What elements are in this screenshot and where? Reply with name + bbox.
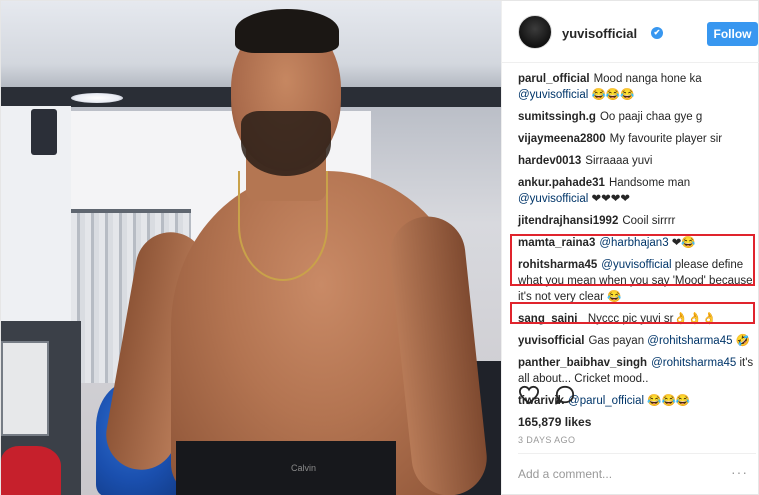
- comment-text: Handsome man: [608, 177, 691, 189]
- photo-speaker: [31, 109, 57, 155]
- comment-text: My favourite player sir: [609, 133, 723, 145]
- comment-mention[interactable]: @parul_official: [568, 395, 644, 407]
- post-username[interactable]: yuvisofficial: [562, 26, 637, 41]
- post-sidebar: yuvisofficial ✔ Follow parul_official Moo…: [501, 1, 759, 495]
- comment-username[interactable]: hardev0013: [518, 155, 581, 167]
- comment-text: ❤❤❤❤: [588, 193, 631, 205]
- comment-mention[interactable]: @yuvisofficial: [518, 193, 588, 205]
- comment-mention[interactable]: @rohitsharma45: [647, 335, 732, 347]
- comment-mention[interactable]: @rohitsharma45: [651, 357, 736, 369]
- photo-drawer: [1, 341, 49, 436]
- post-photo[interactable]: Calvin: [1, 1, 501, 495]
- person-pants: [176, 441, 396, 495]
- comment-username[interactable]: yuvisofficial: [518, 335, 584, 347]
- comment-username[interactable]: ankur.pahade31: [518, 177, 605, 189]
- comment-text: 🤣: [732, 335, 750, 347]
- highlight-box-rohit: [510, 234, 755, 286]
- post-header: yuvisofficial ✔ Follow: [502, 1, 759, 63]
- verified-badge-icon: ✔: [651, 27, 663, 39]
- person-hair: [235, 9, 339, 53]
- comment-item: yuvisofficial Gas payan @rohitsharma45 🤣: [518, 333, 756, 349]
- comment-item: parul_official Mood nanga hone ka @yuviso…: [518, 71, 756, 103]
- photo-lamp: [71, 93, 123, 103]
- comment-text: Sirraaaa yuvi: [585, 155, 653, 167]
- comment-username[interactable]: vijaymeena2800: [518, 133, 606, 145]
- heart-icon[interactable]: [518, 385, 540, 405]
- comment-text: 😂😂😂: [644, 395, 691, 407]
- comment-item: vijaymeena2800 My favourite player sir: [518, 131, 756, 147]
- likes-count[interactable]: 165,879 likes: [518, 415, 591, 429]
- comment-item: panther_baibhav_singh @rohitsharma45 it's…: [518, 355, 756, 387]
- comment-username[interactable]: sumitssingh.g: [518, 111, 596, 123]
- comment-item: jitendrajhansi1992 Cooil sirrrr: [518, 213, 756, 229]
- comment-item: ankur.pahade31 Handsome man @yuvisofficia…: [518, 175, 756, 207]
- comment-username[interactable]: panther_baibhav_singh: [518, 357, 647, 369]
- comment-text: Cooil sirrrr: [622, 215, 676, 227]
- comment-item: sumitssingh.g Oo paaji chaa gye g: [518, 109, 756, 125]
- highlight-box-yuvi: [510, 302, 755, 324]
- comment-item: hardev0013 Sirraaaa yuvi: [518, 153, 756, 169]
- person-beard: [241, 111, 331, 176]
- more-options-icon[interactable]: ···: [731, 464, 748, 480]
- comment-username[interactable]: parul_official: [518, 73, 590, 85]
- comment-text: Gas payan: [588, 335, 648, 347]
- divider: [518, 453, 756, 454]
- avatar[interactable]: [518, 15, 552, 49]
- person-chain: [238, 171, 328, 281]
- photo-red-cloth: [1, 446, 61, 495]
- comment-text: Mood nanga hone ka: [593, 73, 702, 85]
- waistband-text: Calvin: [291, 463, 317, 473]
- comment-icon[interactable]: [554, 385, 576, 405]
- comment-username[interactable]: jitendrajhansi1992: [518, 215, 618, 227]
- comment-mention[interactable]: @yuvisofficial: [518, 89, 588, 101]
- comment-text: Oo paaji chaa gye g: [599, 111, 703, 123]
- follow-button[interactable]: Follow: [707, 22, 758, 46]
- post-timestamp[interactable]: 3 DAYS AGO: [518, 435, 575, 445]
- add-comment-input[interactable]: Add a comment...: [518, 467, 612, 481]
- comment-text: 😂😂😂: [588, 89, 635, 101]
- instagram-post: Calvin yuvisofficial ✔ Follow parul_offi…: [0, 0, 759, 495]
